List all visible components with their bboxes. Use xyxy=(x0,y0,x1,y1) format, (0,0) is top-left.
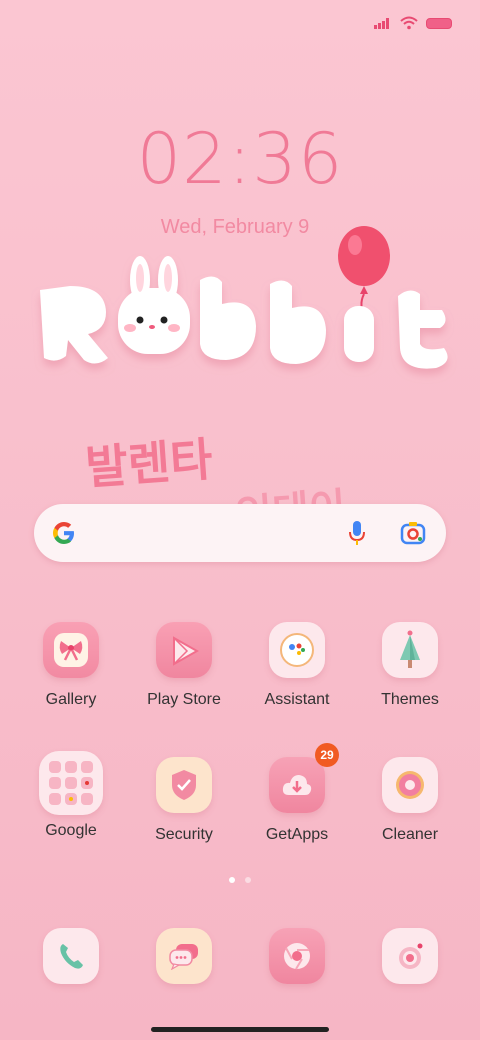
folder-icon xyxy=(39,751,103,815)
clock-time[interactable]: 02:36 xyxy=(0,118,480,200)
page-dot xyxy=(245,877,251,883)
phone-icon xyxy=(43,928,99,984)
assistant-icon xyxy=(269,622,325,678)
app-security[interactable]: Security xyxy=(128,757,240,844)
app-label: Cleaner xyxy=(381,826,439,843)
svg-text:발렌타: 발렌타 xyxy=(84,432,214,495)
app-label: Gallery xyxy=(45,691,97,708)
home-indicator[interactable] xyxy=(151,1027,329,1032)
dock-chrome[interactable] xyxy=(241,928,353,984)
cloud-download-icon: 29 xyxy=(269,743,339,813)
mic-icon[interactable] xyxy=(348,520,366,546)
app-label: GetApps xyxy=(265,826,329,843)
tree-icon xyxy=(382,622,438,678)
signal-icon xyxy=(374,18,389,29)
app-label: Play Store xyxy=(147,691,221,708)
app-gallery[interactable]: Gallery xyxy=(15,622,127,709)
app-label: Themes xyxy=(381,691,439,708)
camera-icon xyxy=(382,928,438,984)
google-logo-icon xyxy=(53,522,74,544)
google-search-bar[interactable] xyxy=(34,504,446,562)
app-cleaner[interactable]: Cleaner xyxy=(354,757,466,844)
bow-icon xyxy=(43,622,99,678)
wallpaper-artwork: 발렌타 인데이 xyxy=(40,226,448,538)
chrome-icon xyxy=(269,928,325,984)
app-themes[interactable]: Themes xyxy=(354,622,466,709)
dock-messages[interactable] xyxy=(128,928,240,984)
play-icon xyxy=(156,622,212,678)
wifi-icon xyxy=(400,16,418,30)
app-play-store[interactable]: Play Store xyxy=(128,622,240,709)
messages-icon xyxy=(156,928,212,984)
lens-icon[interactable] xyxy=(400,521,426,545)
page-dot-active xyxy=(229,877,235,883)
shield-icon xyxy=(156,757,212,813)
app-google-folder[interactable]: Google xyxy=(15,751,127,840)
page-indicator[interactable] xyxy=(0,877,480,883)
rabbit-title-art xyxy=(40,256,448,369)
balloon-icon xyxy=(338,226,390,317)
status-bar xyxy=(374,16,452,30)
battery-icon xyxy=(426,17,452,29)
app-getapps[interactable]: 29 GetApps xyxy=(241,743,353,844)
app-assistant[interactable]: Assistant xyxy=(241,622,353,709)
app-label: Security xyxy=(155,826,213,843)
dock-phone[interactable] xyxy=(15,928,127,984)
dock-camera[interactable] xyxy=(354,928,466,984)
notification-badge: 29 xyxy=(315,743,339,767)
app-label: Assistant xyxy=(264,691,330,708)
app-label: Google xyxy=(45,822,97,839)
donut-icon xyxy=(382,757,438,813)
